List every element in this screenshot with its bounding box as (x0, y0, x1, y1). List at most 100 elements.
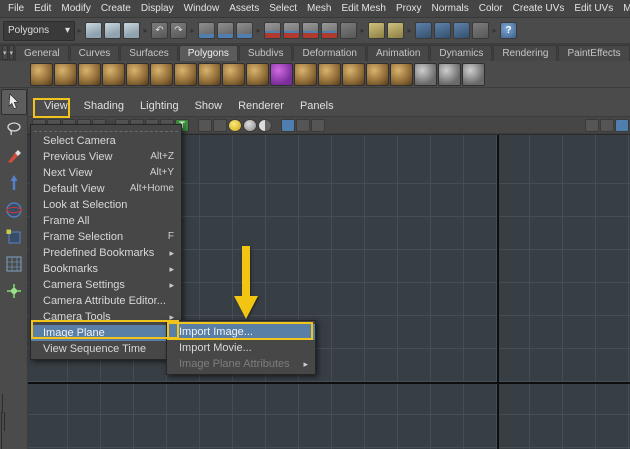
menu-item-mesh[interactable]: Mesh (302, 3, 336, 14)
layers-toggle-icon[interactable] (600, 119, 614, 132)
menu-item-frame-selection[interactable]: Frame Selection F (31, 229, 181, 245)
menu-item-color[interactable]: Color (474, 3, 508, 14)
shelf-menu-icon[interactable]: ▾ (9, 45, 15, 60)
polygon-cube-icon[interactable] (54, 63, 77, 86)
menu-set-dropdown[interactable]: Polygons ▾ (3, 21, 75, 41)
menu-item-view-sequence-time[interactable]: View Sequence Time (31, 341, 181, 357)
menu-tearoff-handle[interactable] (34, 125, 178, 132)
polygon-helix-icon[interactable] (246, 63, 269, 86)
channel-box-toggle-icon[interactable] (615, 119, 629, 132)
menu-item-previous-view[interactable]: Previous View Alt+Z (31, 149, 181, 165)
wireframe-icon[interactable] (198, 119, 212, 132)
universal-manipulator-tool[interactable] (1, 251, 27, 277)
menu-item-display[interactable]: Display (136, 3, 179, 14)
menu-item-bookmarks[interactable]: Bookmarks ▸ (31, 261, 181, 277)
open-scene-icon[interactable] (104, 22, 121, 39)
redo-icon[interactable]: ↷ (170, 22, 187, 39)
open-render-view-icon[interactable] (415, 22, 432, 39)
ipr-render-icon[interactable] (453, 22, 470, 39)
use-all-lights-icon[interactable] (228, 119, 242, 132)
soft-modification-tool[interactable] (1, 278, 27, 304)
menu-item-camera-settings[interactable]: Camera Settings ▸ (31, 277, 181, 293)
shelf-tab-curves[interactable]: Curves (70, 45, 120, 61)
isolate-select-icon[interactable] (281, 119, 295, 132)
safe-action-icon[interactable] (311, 119, 325, 132)
menu-item-assets[interactable]: Assets (224, 3, 264, 14)
bridge-icon[interactable] (366, 63, 389, 86)
save-scene-icon[interactable] (123, 22, 140, 39)
undo-icon[interactable]: ↶ (151, 22, 168, 39)
panel-menu-shading[interactable]: Shading (76, 100, 132, 112)
menu-item-camera-tools[interactable]: Camera Tools ▸ (31, 309, 181, 325)
bevel-icon[interactable] (342, 63, 365, 86)
panel-menu-show[interactable]: Show (187, 100, 231, 112)
polygon-torus-icon[interactable] (150, 63, 173, 86)
shelf-tab-subdivs[interactable]: Subdivs (239, 45, 293, 61)
menu-item-proxy[interactable]: Proxy (391, 3, 427, 14)
statusline-divider[interactable]: ▸ (188, 21, 197, 41)
snap-to-point-icon[interactable] (302, 22, 319, 39)
panel-menu-lighting[interactable]: Lighting (132, 100, 187, 112)
polygon-pipe-icon[interactable] (222, 63, 245, 86)
select-object-icon[interactable] (217, 22, 234, 39)
render-settings-icon[interactable] (472, 22, 489, 39)
polygon-cylinder-icon[interactable] (78, 63, 101, 86)
single-pane-layout-button[interactable] (1, 394, 3, 431)
polygon-plane-icon[interactable] (126, 63, 149, 86)
menu-item-edit-uvs[interactable]: Edit UVs (569, 3, 618, 14)
menu-item-muscle[interactable]: Muscle (618, 3, 630, 14)
polygon-pyramid-icon[interactable] (198, 63, 221, 86)
shelf-tab-deformation[interactable]: Deformation (293, 45, 365, 61)
menu-item-edit[interactable]: Edit (29, 3, 56, 14)
menu-item-window[interactable]: Window (179, 3, 225, 14)
shadows-icon[interactable] (243, 119, 257, 132)
menu-item-file[interactable]: File (3, 3, 29, 14)
menu-item-image-plane[interactable]: Image Plane ▸ (31, 325, 181, 341)
shelf-tab-surfaces[interactable]: Surfaces (120, 45, 177, 61)
submenu-item-import-image[interactable]: Import Image... (167, 324, 315, 340)
panel-menu-view[interactable]: View (36, 100, 76, 112)
menu-item-next-view[interactable]: Next View Alt+Y (31, 165, 181, 181)
panel-menu-panels[interactable]: Panels (292, 100, 342, 112)
panel-menu-renderer[interactable]: Renderer (230, 100, 292, 112)
render-current-frame-icon[interactable] (434, 22, 451, 39)
menu-item-modify[interactable]: Modify (56, 3, 95, 14)
separate-icon[interactable] (414, 63, 437, 86)
shaded-mode-icon[interactable] (213, 119, 227, 132)
statusline-divider[interactable]: ▸ (405, 21, 414, 41)
outliner-toggle-icon[interactable] (585, 119, 599, 132)
menu-item-normals[interactable]: Normals (427, 3, 474, 14)
polygon-sphere-icon[interactable] (30, 63, 53, 86)
shelf-tab-painteffects[interactable]: PaintEffects (558, 45, 629, 61)
snap-to-grid-icon[interactable] (264, 22, 281, 39)
mirror-icon[interactable] (462, 63, 485, 86)
new-scene-icon[interactable] (85, 22, 102, 39)
list-input-connections-icon[interactable] (387, 22, 404, 39)
menu-item-look-at-selection[interactable]: Look at Selection (31, 197, 181, 213)
snap-to-curve-icon[interactable] (283, 22, 300, 39)
menu-item-predefined-bookmarks[interactable]: Predefined Bookmarks ▸ (31, 245, 181, 261)
menu-item-edit-mesh[interactable]: Edit Mesh (336, 3, 390, 14)
extrude-icon[interactable] (318, 63, 341, 86)
boolean-icon[interactable] (438, 63, 461, 86)
quick-help-icon[interactable]: ? (500, 22, 517, 39)
xray-icon[interactable] (258, 119, 272, 132)
statusline-divider[interactable]: ▸ (141, 21, 150, 41)
menu-item-select[interactable]: Select (264, 3, 302, 14)
select-component-icon[interactable] (236, 22, 253, 39)
menu-item-default-view[interactable]: Default View Alt+Home (31, 181, 181, 197)
select-tool[interactable] (1, 89, 27, 115)
statusline-divider[interactable]: ▸ (75, 21, 84, 41)
lasso-tool[interactable] (1, 116, 27, 142)
shelf-tab-polygons[interactable]: Polygons (179, 45, 238, 61)
paint-selection-tool[interactable] (1, 143, 27, 169)
polygon-prism-icon[interactable] (174, 63, 197, 86)
polygon-cone-icon[interactable] (102, 63, 125, 86)
rotate-tool[interactable] (1, 197, 27, 223)
shelf-tab-general[interactable]: General (15, 45, 69, 61)
snap-to-view-plane-icon[interactable] (321, 22, 338, 39)
menu-item-frame-all[interactable]: Frame All (31, 213, 181, 229)
smooth-icon[interactable] (294, 63, 317, 86)
combine-icon[interactable] (390, 63, 413, 86)
shelf-tabs-menu-icon[interactable]: ▾ (2, 45, 8, 60)
